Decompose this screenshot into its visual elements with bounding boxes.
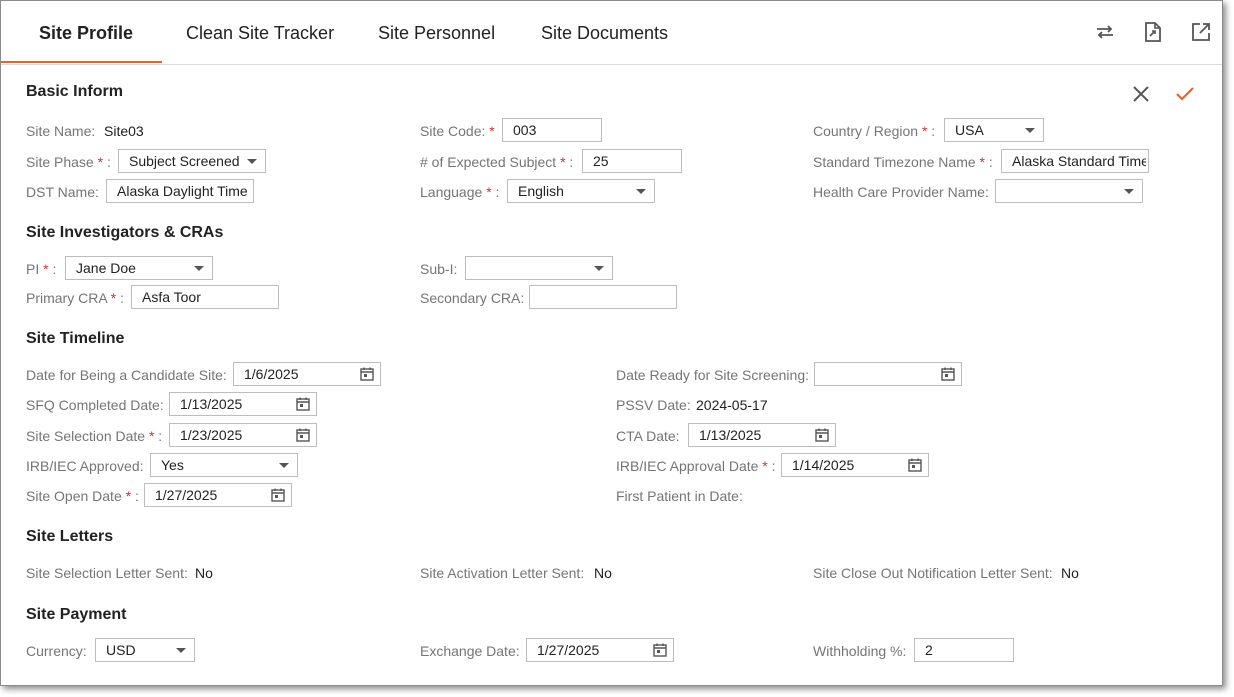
timezone-input[interactable]: Alaska Standard Time — [1001, 149, 1149, 173]
tab-site-documents[interactable]: Site Documents — [541, 1, 668, 64]
section-title-investigators: Site Investigators & CRAs — [26, 224, 224, 241]
irb-approved-select[interactable]: Yes — [150, 453, 298, 477]
calendar-icon[interactable] — [815, 428, 829, 442]
language-select[interactable]: English — [507, 179, 655, 203]
selection-date-picker[interactable]: 1/23/2025 — [169, 423, 317, 447]
close-icon[interactable] — [1132, 85, 1150, 103]
section-title-basic-inform: Basic Inform — [26, 83, 123, 100]
exchange-date-picker[interactable]: 1/27/2025 — [526, 638, 674, 662]
sfq-date-picker[interactable]: 1/13/2025 — [169, 392, 317, 416]
pi-label: PI * : — [26, 261, 57, 277]
site-profile-panel: Site Profile Clean Site Tracker Site Per… — [0, 0, 1223, 686]
language-label: Language * : — [420, 184, 500, 200]
dst-input[interactable]: Alaska Daylight Time — [106, 179, 254, 203]
section-title-timeline: Site Timeline — [26, 330, 125, 347]
pssv-date-label: PSSV Date: — [616, 397, 691, 413]
export-document-icon[interactable] — [1142, 21, 1164, 43]
tab-site-profile[interactable]: Site Profile — [39, 1, 133, 64]
site-phase-select[interactable]: Subject Screened — [118, 149, 266, 173]
irb-approval-date-picker[interactable]: 1/14/2025 — [781, 453, 929, 477]
calendar-icon[interactable] — [296, 397, 310, 411]
calendar-icon[interactable] — [653, 643, 667, 657]
pssv-date-value: 2024-05-17 — [696, 397, 768, 413]
first-patient-date-label: First Patient in Date: — [616, 488, 743, 504]
cta-date-picker[interactable]: 1/13/2025 — [688, 423, 836, 447]
timezone-label: Standard Timezone Name * : — [813, 154, 993, 170]
pi-select[interactable]: Jane Doe — [65, 256, 213, 280]
cta-date-label: CTA Date: — [616, 428, 680, 444]
irb-approved-label: IRB/IEC Approved: — [26, 458, 144, 474]
activation-letter-value: No — [594, 565, 612, 581]
secondary-cra-input[interactable] — [529, 285, 677, 309]
country-label: Country / Region * : — [813, 123, 936, 139]
country-select[interactable]: USA — [944, 118, 1044, 142]
candidate-date-label: Date for Being a Candidate Site: — [26, 367, 227, 383]
expected-subject-input[interactable]: 25 — [582, 149, 682, 173]
ready-screening-date-picker[interactable] — [814, 362, 962, 386]
tab-clean-site-tracker[interactable]: Clean Site Tracker — [186, 1, 334, 64]
withholding-input[interactable]: 2 — [914, 638, 1014, 662]
site-code-input[interactable]: 003 — [502, 118, 602, 142]
secondary-cra-label: Secondary CRA: — [420, 290, 525, 306]
selection-letter-label: Site Selection Letter Sent: — [26, 565, 188, 581]
exchange-date-label: Exchange Date: — [420, 643, 520, 659]
closeout-letter-value: No — [1061, 565, 1079, 581]
site-phase-label: Site Phase * : — [26, 154, 111, 170]
tab-site-personnel[interactable]: Site Personnel — [378, 1, 495, 64]
calendar-icon[interactable] — [908, 458, 922, 472]
calendar-icon[interactable] — [271, 488, 285, 502]
hcp-label: Health Care Provider Name: — [813, 184, 989, 200]
open-external-icon[interactable] — [1190, 21, 1212, 43]
sfq-date-label: SFQ Completed Date: — [26, 397, 164, 413]
primary-cra-label: Primary CRA * : — [26, 290, 125, 306]
irb-approval-date-label: IRB/IEC Approval Date * : — [616, 458, 776, 474]
dst-label: DST Name: — [26, 184, 99, 200]
site-code-label: Site Code: * — [420, 123, 495, 139]
swap-icon[interactable] — [1094, 21, 1116, 43]
primary-cra-input[interactable]: Asfa Toor — [131, 285, 279, 309]
currency-label: Currency: — [26, 643, 87, 659]
sub-i-label: Sub-I: — [420, 261, 458, 277]
ready-screening-label: Date Ready for Site Screening: — [616, 367, 809, 383]
selection-letter-value: No — [195, 565, 213, 581]
sub-i-select[interactable] — [465, 256, 613, 280]
currency-select[interactable]: USD — [95, 638, 195, 662]
checkmark-icon[interactable] — [1175, 85, 1195, 103]
closeout-letter-label: Site Close Out Notification Letter Sent: — [813, 565, 1053, 581]
calendar-icon[interactable] — [360, 367, 374, 381]
site-open-date-picker[interactable]: 1/27/2025 — [144, 483, 292, 507]
withholding-label: Withholding %: — [813, 643, 907, 659]
calendar-icon[interactable] — [941, 367, 955, 381]
active-tab-indicator — [1, 61, 162, 63]
site-open-date-label: Site Open Date * : — [26, 488, 139, 504]
candidate-date-picker[interactable]: 1/6/2025 — [233, 362, 381, 386]
hcp-select[interactable] — [995, 179, 1143, 203]
calendar-icon[interactable] — [296, 428, 310, 442]
selection-date-label: Site Selection Date * : — [26, 428, 163, 444]
site-name-value: Site03 — [104, 123, 144, 139]
site-name-label: Site Name: — [26, 123, 96, 139]
section-title-letters: Site Letters — [26, 528, 114, 545]
section-title-payment: Site Payment — [26, 606, 127, 623]
expected-subject-label: # of Expected Subject * : — [420, 154, 574, 170]
activation-letter-label: Site Activation Letter Sent: — [420, 565, 585, 581]
tab-bar: Site Profile Clean Site Tracker Site Per… — [1, 1, 1222, 65]
